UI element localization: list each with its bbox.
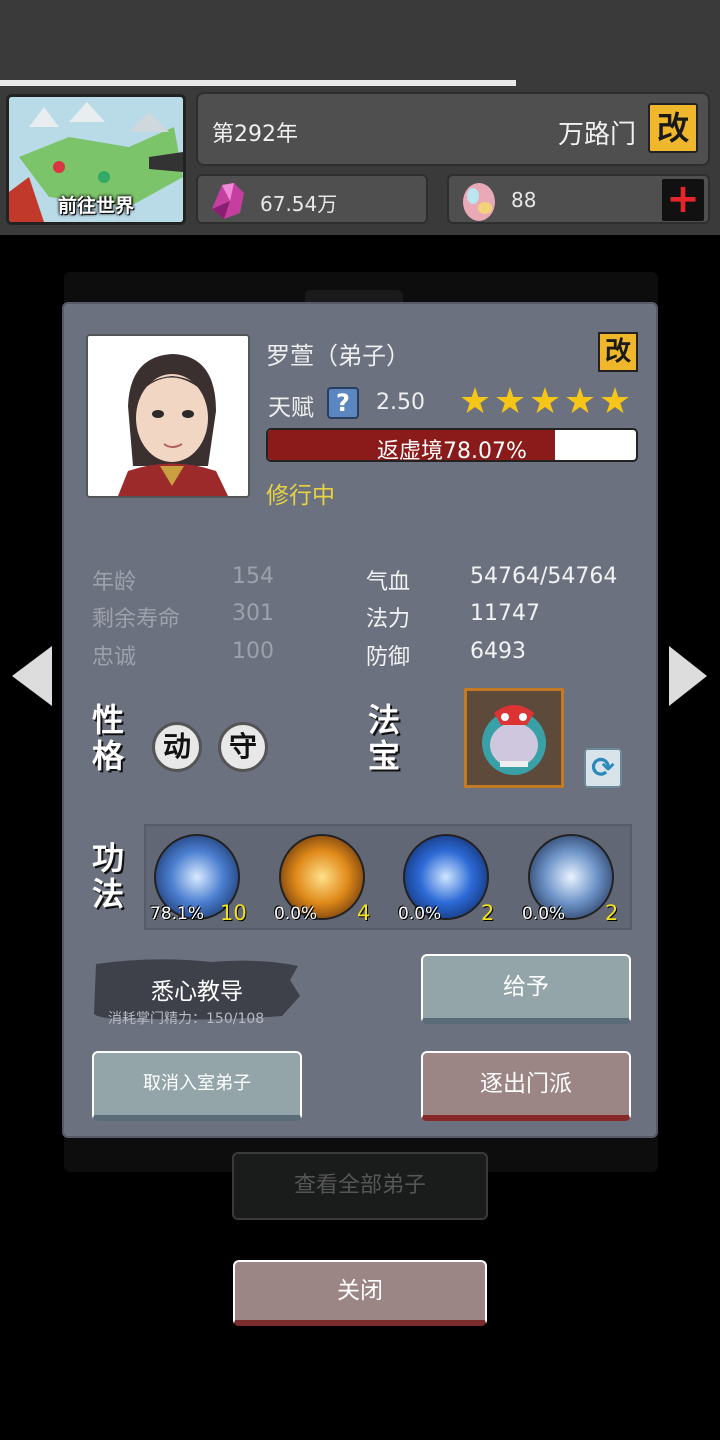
skill-progress: 0.0% (522, 904, 566, 924)
skill-progress: 78.1% (150, 904, 205, 924)
talent-star-rating: ★ ★ ★ ★ ★ (458, 381, 634, 422)
star-icon: ★ (493, 381, 527, 422)
stat-loyalty-value: 100 (232, 639, 274, 664)
disciple-name: 罗萱（弟子） (266, 342, 410, 370)
teach-cost-text: 消耗掌门精力：150/108 (108, 1011, 265, 1027)
realm-progress-text: 返虚境78.07% (377, 439, 527, 462)
star-icon: ★ (598, 381, 632, 422)
stat-lifespan-label: 剩余寿命 (92, 607, 181, 632)
stat-defense-label: 防御 (366, 645, 411, 670)
skills-heading: 功 法 (92, 840, 132, 912)
talent-help-icon[interactable]: ? (327, 387, 359, 419)
star-icon: ★ (458, 381, 492, 422)
skill-level: 4 (357, 901, 371, 925)
skill-level: 10 (220, 901, 247, 925)
crystal-icon (212, 183, 244, 219)
personality-heading: 性 格 (92, 702, 132, 774)
talent-value: 2.50 (376, 390, 425, 415)
skills-heading-char-2: 法 (92, 875, 125, 913)
treasure-heading: 法 宝 (368, 702, 408, 774)
add-resource-button[interactable]: + (662, 179, 704, 221)
stat-mana-value: 11747 (470, 601, 540, 626)
skill-level: 2 (605, 901, 619, 925)
star-icon: ★ (528, 381, 562, 422)
stat-age-label: 年龄 (92, 570, 137, 595)
treasure-heading-char-2: 宝 (368, 737, 401, 775)
sect-info-bar: 第292年 万路门 改 (196, 92, 710, 166)
rename-disciple-button[interactable]: 改 (598, 332, 638, 372)
go-to-world-button[interactable]: 前往世界 (6, 94, 186, 225)
skills-heading-char-1: 功 (92, 839, 125, 877)
year-display: 第292年 (212, 122, 298, 147)
stat-mana-label: 法力 (366, 607, 411, 632)
stat-age-value: 154 (232, 564, 274, 589)
treasure-slot[interactable] (464, 688, 564, 788)
talent-label: 天赋 (268, 395, 314, 421)
spirit-egg-counter: 88 + (447, 174, 710, 224)
cancel-inner-disciple-button[interactable]: 取消入室弟子 (92, 1051, 302, 1121)
personality-heading-char-1: 性 (92, 701, 125, 739)
give-button[interactable]: 给予 (421, 954, 631, 1024)
view-all-disciples-button[interactable]: 查看全部弟子 (232, 1152, 488, 1220)
skill-progress: 0.0% (398, 904, 442, 924)
trait-badge[interactable]: 守 (218, 722, 268, 772)
spirit-stone-amount: 67.54万 (260, 192, 338, 216)
previous-disciple-arrow-icon[interactable] (12, 646, 52, 706)
skill-progress: 0.0% (274, 904, 318, 924)
stat-loyalty-label: 忠诚 (92, 645, 137, 670)
spirit-stone-counter: 67.54万 (196, 174, 428, 224)
rename-sect-button[interactable]: 改 (648, 103, 698, 153)
swap-treasure-icon[interactable]: ⟳ (584, 748, 622, 788)
teach-button-label: 悉心教导 (151, 979, 243, 1005)
star-icon: ★ (563, 381, 597, 422)
stat-hp-label: 气血 (366, 570, 411, 595)
personality-heading-char-2: 格 (92, 737, 125, 775)
loading-bar (0, 80, 516, 86)
mirror-treasure-icon (467, 691, 561, 785)
next-disciple-arrow-icon[interactable] (669, 646, 707, 706)
sect-name: 万路门 (557, 120, 636, 150)
treasure-heading-char-1: 法 (368, 701, 401, 739)
spirit-egg-amount: 88 (511, 188, 537, 212)
stat-lifespan-value: 301 (232, 601, 274, 626)
egg-icon (463, 183, 495, 221)
go-to-world-label: 前往世界 (57, 195, 134, 217)
realm-progress-bar: 返虚境78.07% (266, 428, 638, 462)
expel-button[interactable]: 逐出门派 (421, 1051, 631, 1121)
trait-badge[interactable]: 动 (152, 722, 202, 772)
skill-level: 2 (481, 901, 495, 925)
cultivation-status: 修行中 (266, 483, 335, 509)
stat-hp-value: 54764/54764 (470, 564, 618, 589)
close-button[interactable]: 关闭 (233, 1260, 487, 1326)
disciple-portrait (86, 334, 250, 498)
stat-defense-value: 6493 (470, 639, 526, 664)
avatar (88, 336, 248, 496)
